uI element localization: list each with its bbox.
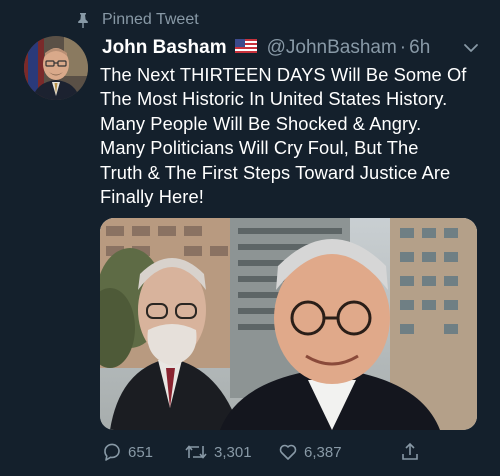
retweet-icon	[184, 442, 208, 462]
retweet-button[interactable]: 3,301	[184, 442, 252, 462]
reply-button[interactable]: 651	[102, 442, 153, 462]
reply-count: 651	[128, 443, 154, 461]
us-flag-icon	[234, 37, 257, 59]
tweet-header: John Basham @JohnBasham · 6h	[102, 36, 482, 60]
tweet-line: Many Politicians Will Cry Foul, But The	[100, 137, 419, 159]
tweet-line: Truth & The First Steps Toward Justice A…	[100, 161, 451, 183]
retweet-count: 3,301	[214, 443, 252, 461]
tweet-text: The Next THIRTEEN DAYS Will Be Some Of T…	[100, 63, 490, 209]
avatar[interactable]	[24, 36, 88, 100]
author-name[interactable]: John Basham	[102, 37, 227, 59]
chevron-down-icon[interactable]	[462, 39, 480, 57]
pinned-tweet-label: Pinned Tweet	[76, 10, 199, 30]
pinned-text: Pinned Tweet	[102, 11, 199, 28]
share-icon	[400, 442, 420, 462]
tweet-actions: 651 3,301 6,387	[102, 438, 422, 466]
tweet-line: Many People Will Be Shocked & Angry.	[100, 112, 422, 134]
tweet-time[interactable]: 6h	[409, 37, 430, 59]
like-count: 6,387	[304, 443, 342, 461]
pin-icon	[76, 12, 90, 28]
tweet-line: Finally Here!	[100, 186, 204, 208]
author-handle[interactable]: @JohnBasham	[267, 37, 397, 59]
tweet-line: The Most Historic In United States Histo…	[100, 88, 448, 110]
reply-icon	[102, 442, 122, 462]
separator-dot: ·	[399, 37, 407, 58]
heart-icon	[278, 442, 298, 462]
tweet-photo[interactable]	[100, 218, 477, 430]
like-button[interactable]: 6,387	[278, 442, 342, 462]
share-button[interactable]	[400, 442, 420, 462]
tweet-line: The Next THIRTEEN DAYS Will Be Some Of	[100, 64, 467, 85]
